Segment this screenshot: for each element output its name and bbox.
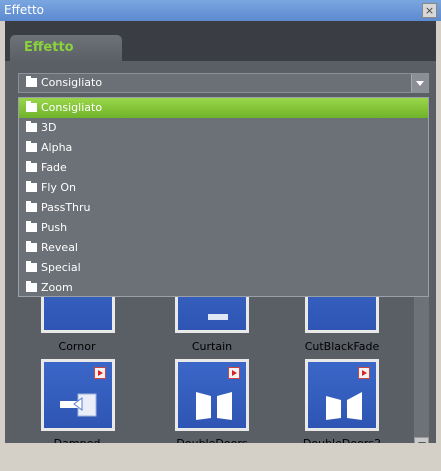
dropdown-item-label: Fade bbox=[41, 161, 67, 174]
combobox-value: Consigliato bbox=[41, 76, 103, 89]
tab-effetto[interactable]: Effetto bbox=[10, 35, 122, 61]
vertical-scrollbar[interactable] bbox=[414, 297, 429, 443]
damped-icon bbox=[60, 393, 97, 417]
folder-icon bbox=[26, 76, 37, 87]
dropdown-item[interactable]: Fade bbox=[19, 158, 428, 178]
thumbnail-label: CutBlackFade bbox=[304, 340, 380, 353]
dropdown-item-label: 3D bbox=[41, 121, 57, 134]
category-combobox[interactable]: Consigliato bbox=[18, 73, 429, 93]
folder-icon bbox=[26, 221, 37, 232]
dropdown-item[interactable]: Push bbox=[19, 218, 428, 238]
dropdown-item[interactable]: 3D bbox=[19, 118, 428, 138]
content-area: Cornor Curtain CutBlackFade Consigliato … bbox=[5, 61, 436, 452]
chevron-down-icon[interactable] bbox=[411, 74, 428, 92]
dropdown-item-label: Fly On bbox=[41, 181, 77, 194]
dropdown-item-label: Zoom bbox=[41, 281, 73, 294]
folder-icon bbox=[26, 121, 37, 132]
doubledoors2-icon bbox=[326, 392, 362, 420]
thumbnail-label: Cornor bbox=[58, 340, 96, 353]
play-icon[interactable] bbox=[94, 367, 106, 379]
thumbnail-doubledoors[interactable] bbox=[175, 359, 249, 431]
thumbnail-label: Curtain bbox=[191, 340, 233, 353]
effect-panel: Effetto Cornor Curtain CutBlackFade Cons… bbox=[5, 21, 436, 452]
thumbnail-doubledoors2[interactable] bbox=[305, 359, 379, 431]
thumbnail-damped[interactable] bbox=[41, 359, 115, 431]
dropdown-item[interactable]: Special bbox=[19, 258, 428, 278]
window-title: Effetto bbox=[4, 3, 44, 17]
dropdown-item-label: Consigliato bbox=[41, 101, 103, 114]
dropdown-item[interactable]: Fly On bbox=[19, 178, 428, 198]
play-icon[interactable] bbox=[228, 367, 240, 379]
tab-strip: Effetto bbox=[5, 21, 436, 61]
folder-icon bbox=[26, 201, 37, 212]
dropdown-item-label: Alpha bbox=[41, 141, 73, 154]
folder-icon bbox=[26, 261, 37, 272]
doubledoors-icon bbox=[196, 392, 232, 420]
dropdown-item[interactable]: Reveal bbox=[19, 238, 428, 258]
dropdown-item[interactable]: PassThru bbox=[19, 198, 428, 218]
dropdown-item-label: Push bbox=[41, 221, 68, 234]
dropdown-item-label: PassThru bbox=[41, 201, 91, 214]
dropdown-item-label: Special bbox=[41, 261, 81, 274]
dropdown-item[interactable]: Consigliato bbox=[19, 98, 428, 118]
folder-icon bbox=[26, 161, 37, 172]
dropdown-item[interactable]: Alpha bbox=[19, 138, 428, 158]
folder-icon bbox=[26, 281, 37, 292]
dropdown-item-label: Reveal bbox=[41, 241, 78, 254]
dropdown-item[interactable]: Zoom bbox=[19, 278, 428, 298]
folder-icon bbox=[26, 101, 37, 112]
folder-icon bbox=[26, 141, 37, 152]
curtain-graphic bbox=[208, 314, 228, 320]
play-icon[interactable] bbox=[358, 367, 370, 379]
folder-icon bbox=[26, 241, 37, 252]
title-bar: Effetto × bbox=[0, 0, 441, 21]
close-button[interactable]: × bbox=[422, 3, 437, 18]
category-dropdown-list: Consigliato 3D Alpha Fade Fly On PassThr… bbox=[18, 97, 429, 297]
folder-icon bbox=[26, 181, 37, 192]
bottom-area bbox=[0, 443, 441, 471]
